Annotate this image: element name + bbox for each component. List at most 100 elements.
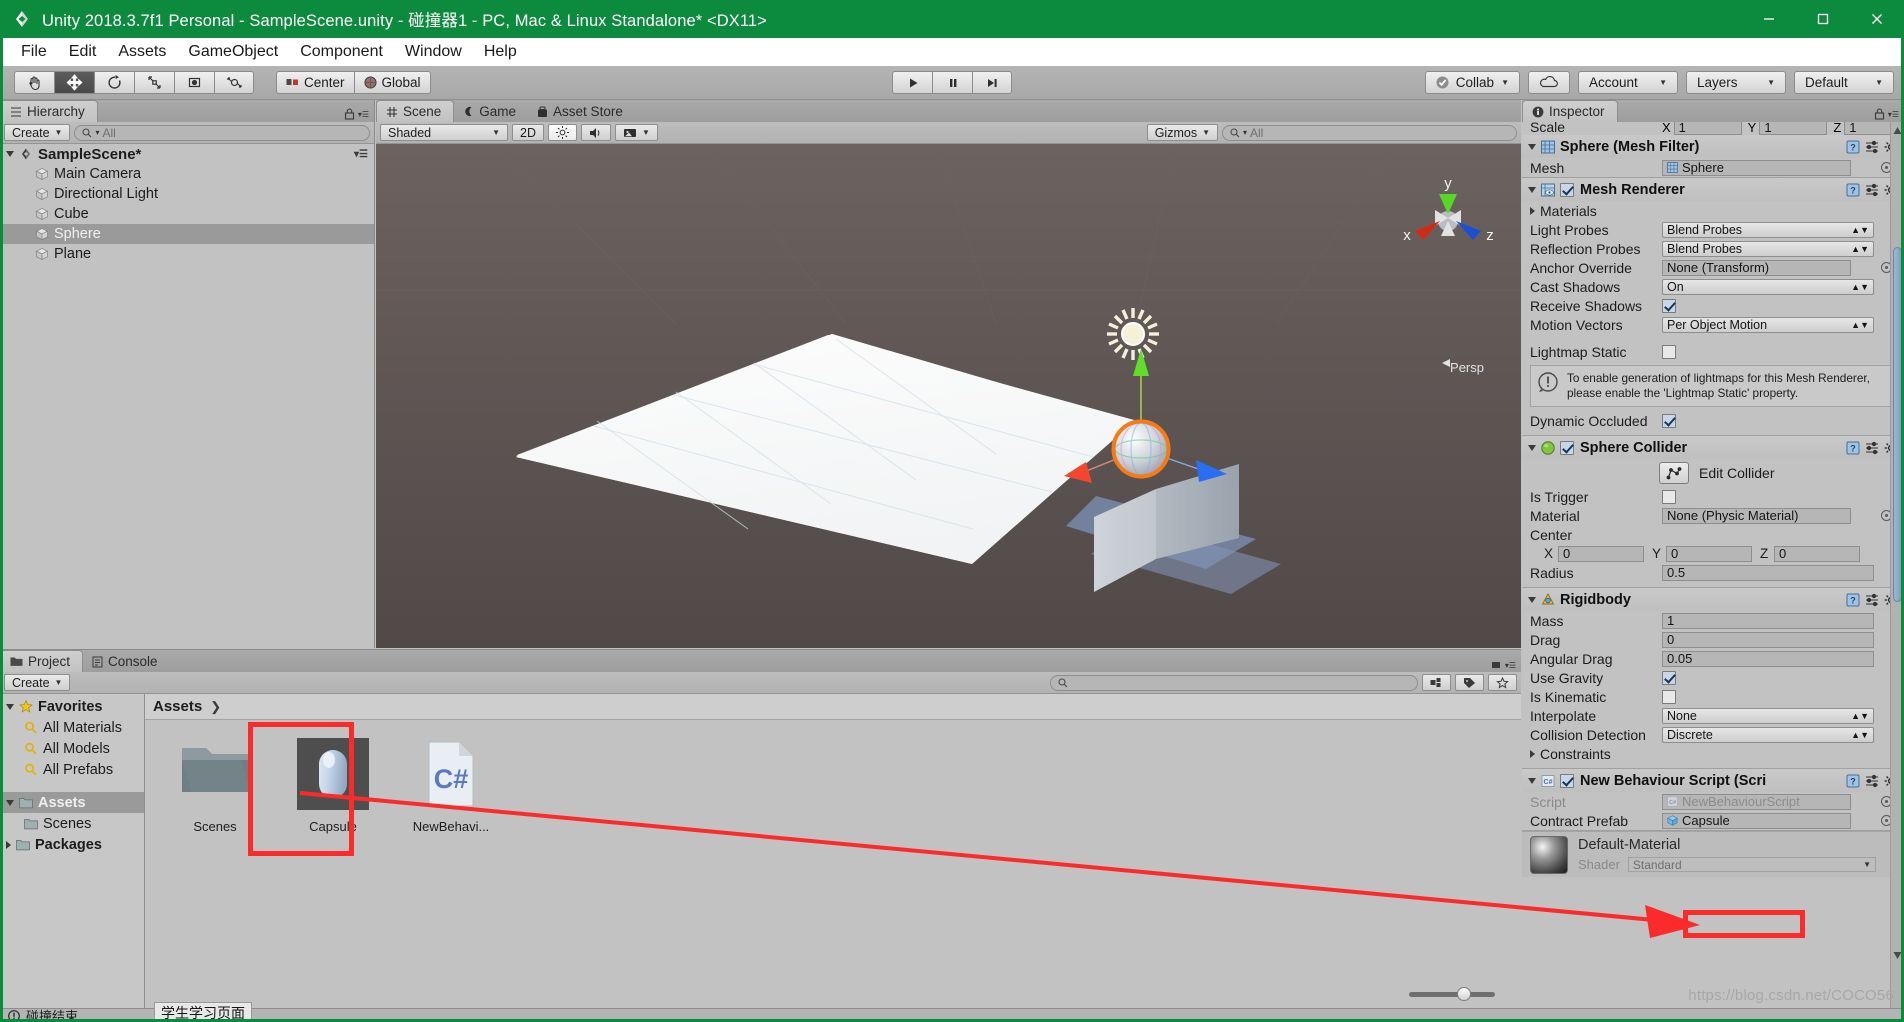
- lighting-toggle-button[interactable]: [547, 124, 577, 141]
- center-x-input[interactable]: 0: [1558, 545, 1644, 562]
- center-z-input[interactable]: 0: [1774, 545, 1860, 562]
- preset-icon[interactable]: [1865, 593, 1879, 607]
- hierarchy-item-directional-light[interactable]: Directional Light: [0, 184, 374, 204]
- menu-component[interactable]: Component: [289, 41, 394, 63]
- tree-item-favorites[interactable]: Favorites: [0, 696, 144, 717]
- chevron-right-icon[interactable]: [6, 840, 11, 849]
- contract-prefab-field[interactable]: Capsule: [1662, 812, 1851, 829]
- project-search-input[interactable]: [1050, 674, 1418, 691]
- receive-shadows-checkbox[interactable]: [1662, 298, 1676, 313]
- is-kinematic-checkbox[interactable]: [1662, 689, 1676, 704]
- transform-tool-button[interactable]: [214, 71, 254, 94]
- project-browser[interactable]: Assets ❯ Scenes Capsule C# NewBehavi...: [145, 694, 1521, 1009]
- preset-icon[interactable]: [1865, 183, 1879, 197]
- tree-item-packages[interactable]: Packages: [0, 834, 144, 855]
- tree-item-scenes[interactable]: Scenes: [0, 813, 144, 834]
- anchor-override-field[interactable]: None (Transform): [1662, 259, 1851, 276]
- mesh-renderer-enabled-checkbox[interactable]: [1560, 182, 1574, 197]
- tree-item-all-materials[interactable]: All Materials: [0, 717, 144, 738]
- is-trigger-checkbox[interactable]: [1662, 489, 1676, 504]
- layout-button[interactable]: Default ▼: [1794, 71, 1894, 94]
- reflection-probes-dropdown[interactable]: Blend Probes ▲▼: [1662, 240, 1874, 257]
- minimize-button[interactable]: [1742, 0, 1796, 38]
- close-button[interactable]: [1850, 0, 1904, 38]
- move-tool-button[interactable]: [54, 71, 94, 94]
- asset-zoom-slider[interactable]: [1409, 987, 1495, 1001]
- drag-input[interactable]: 0: [1662, 631, 1874, 648]
- menu-gameobject[interactable]: GameObject: [177, 41, 289, 63]
- tree-item-all-prefabs[interactable]: All Prefabs: [0, 759, 144, 780]
- chevron-right-icon[interactable]: [1530, 749, 1535, 758]
- scale-y-input[interactable]: 1: [1759, 122, 1828, 135]
- lightmap-static-checkbox[interactable]: [1662, 344, 1676, 359]
- tab-scene[interactable]: Scene: [376, 100, 455, 122]
- rotate-tool-button[interactable]: [94, 71, 134, 94]
- mesh-object-field[interactable]: Sphere: [1662, 159, 1851, 176]
- mesh-renderer-header[interactable]: Mesh Renderer ?: [1522, 178, 1904, 201]
- center-y-input[interactable]: 0: [1666, 545, 1752, 562]
- filter-by-label-button[interactable]: [1455, 674, 1484, 691]
- collab-button[interactable]: Collab ▼: [1424, 71, 1520, 94]
- menu-edit[interactable]: Edit: [58, 41, 108, 63]
- chevron-down-icon[interactable]: [6, 151, 14, 157]
- tab-project[interactable]: Project: [0, 650, 84, 672]
- new-behaviour-script-header[interactable]: C# New Behaviour Script (Scri ?: [1522, 769, 1904, 792]
- physic-material-field[interactable]: None (Physic Material): [1662, 507, 1851, 524]
- motion-vectors-dropdown[interactable]: Per Object Motion ▲▼: [1662, 316, 1874, 333]
- tree-item-all-models[interactable]: All Models: [0, 738, 144, 759]
- asset-item-capsule[interactable]: Capsule: [285, 738, 381, 834]
- constraints-foldout-row[interactable]: Constraints: [1522, 744, 1904, 763]
- draw-mode-dropdown[interactable]: Shaded ▼: [380, 124, 508, 141]
- use-gravity-checkbox[interactable]: [1662, 670, 1676, 685]
- sphere-collider-header[interactable]: Sphere Collider ?: [1522, 436, 1904, 459]
- script-enabled-checkbox[interactable]: [1560, 773, 1574, 788]
- angular-drag-input[interactable]: 0.05: [1662, 650, 1874, 667]
- scene-menu-icon[interactable]: ▾☰: [354, 149, 374, 160]
- pivot-mode-button[interactable]: Center: [276, 71, 354, 94]
- interpolate-dropdown[interactable]: None ▲▼: [1662, 707, 1874, 724]
- help-icon[interactable]: ?: [1846, 593, 1860, 607]
- help-icon[interactable]: ?: [1846, 774, 1860, 788]
- gizmos-dropdown[interactable]: Gizmos ▼: [1146, 124, 1218, 141]
- shader-dropdown[interactable]: Standard ▼: [1627, 857, 1876, 872]
- menu-file[interactable]: File: [10, 41, 58, 63]
- panel-menu-icon[interactable]: ▾☰: [358, 110, 369, 119]
- chevron-down-icon[interactable]: [6, 703, 14, 710]
- asset-item-scenes[interactable]: Scenes: [167, 738, 263, 834]
- play-button[interactable]: [892, 71, 932, 94]
- chevron-down-icon[interactable]: [1528, 777, 1536, 784]
- tab-console[interactable]: Console: [83, 651, 170, 672]
- chevron-down-icon[interactable]: [1528, 143, 1536, 150]
- space-mode-button[interactable]: Global: [353, 71, 431, 94]
- cloud-button[interactable]: [1528, 71, 1570, 94]
- scene-orientation-gizmo[interactable]: y x z: [1393, 166, 1503, 271]
- edit-collider-button[interactable]: [1659, 462, 1689, 484]
- pause-button[interactable]: [932, 71, 972, 94]
- hierarchy-item-cube[interactable]: Cube: [0, 204, 374, 224]
- rigidbody-header[interactable]: Rigidbody ?: [1522, 588, 1904, 611]
- scale-x-input[interactable]: 1: [1673, 122, 1742, 135]
- hierarchy-item-sphere[interactable]: Sphere: [0, 224, 374, 244]
- menu-assets[interactable]: Assets: [107, 41, 177, 63]
- chevron-down-icon[interactable]: [6, 799, 14, 806]
- audio-toggle-button[interactable]: [580, 124, 611, 141]
- breadcrumb-assets[interactable]: Assets: [153, 698, 202, 715]
- scene-canvas[interactable]: Persp y x z: [376, 144, 1521, 648]
- 2d-toggle-button[interactable]: 2D: [512, 124, 544, 141]
- maximize-button[interactable]: [1796, 0, 1850, 38]
- hierarchy-item-plane[interactable]: Plane: [0, 244, 374, 264]
- preset-icon[interactable]: [1865, 140, 1879, 154]
- menu-window[interactable]: Window: [394, 41, 473, 63]
- materials-foldout-row[interactable]: Materials: [1522, 201, 1904, 220]
- tab-game[interactable]: Game: [454, 101, 528, 122]
- chevron-down-icon[interactable]: [1528, 444, 1536, 451]
- hierarchy-scene-row[interactable]: SampleScene* ▾☰: [0, 144, 374, 164]
- tab-asset-store[interactable]: Asset Store: [528, 101, 635, 122]
- collision-detection-dropdown[interactable]: Discrete ▲▼: [1662, 726, 1874, 743]
- scene-search-input[interactable]: ▾ All: [1222, 124, 1517, 141]
- project-create-button[interactable]: Create ▼: [4, 674, 71, 691]
- chevron-right-icon[interactable]: [1530, 206, 1535, 215]
- light-probes-dropdown[interactable]: Blend Probes ▲▼: [1662, 221, 1874, 238]
- hierarchy-item-main-camera[interactable]: Main Camera: [0, 164, 374, 184]
- slider-knob[interactable]: [1457, 987, 1471, 1001]
